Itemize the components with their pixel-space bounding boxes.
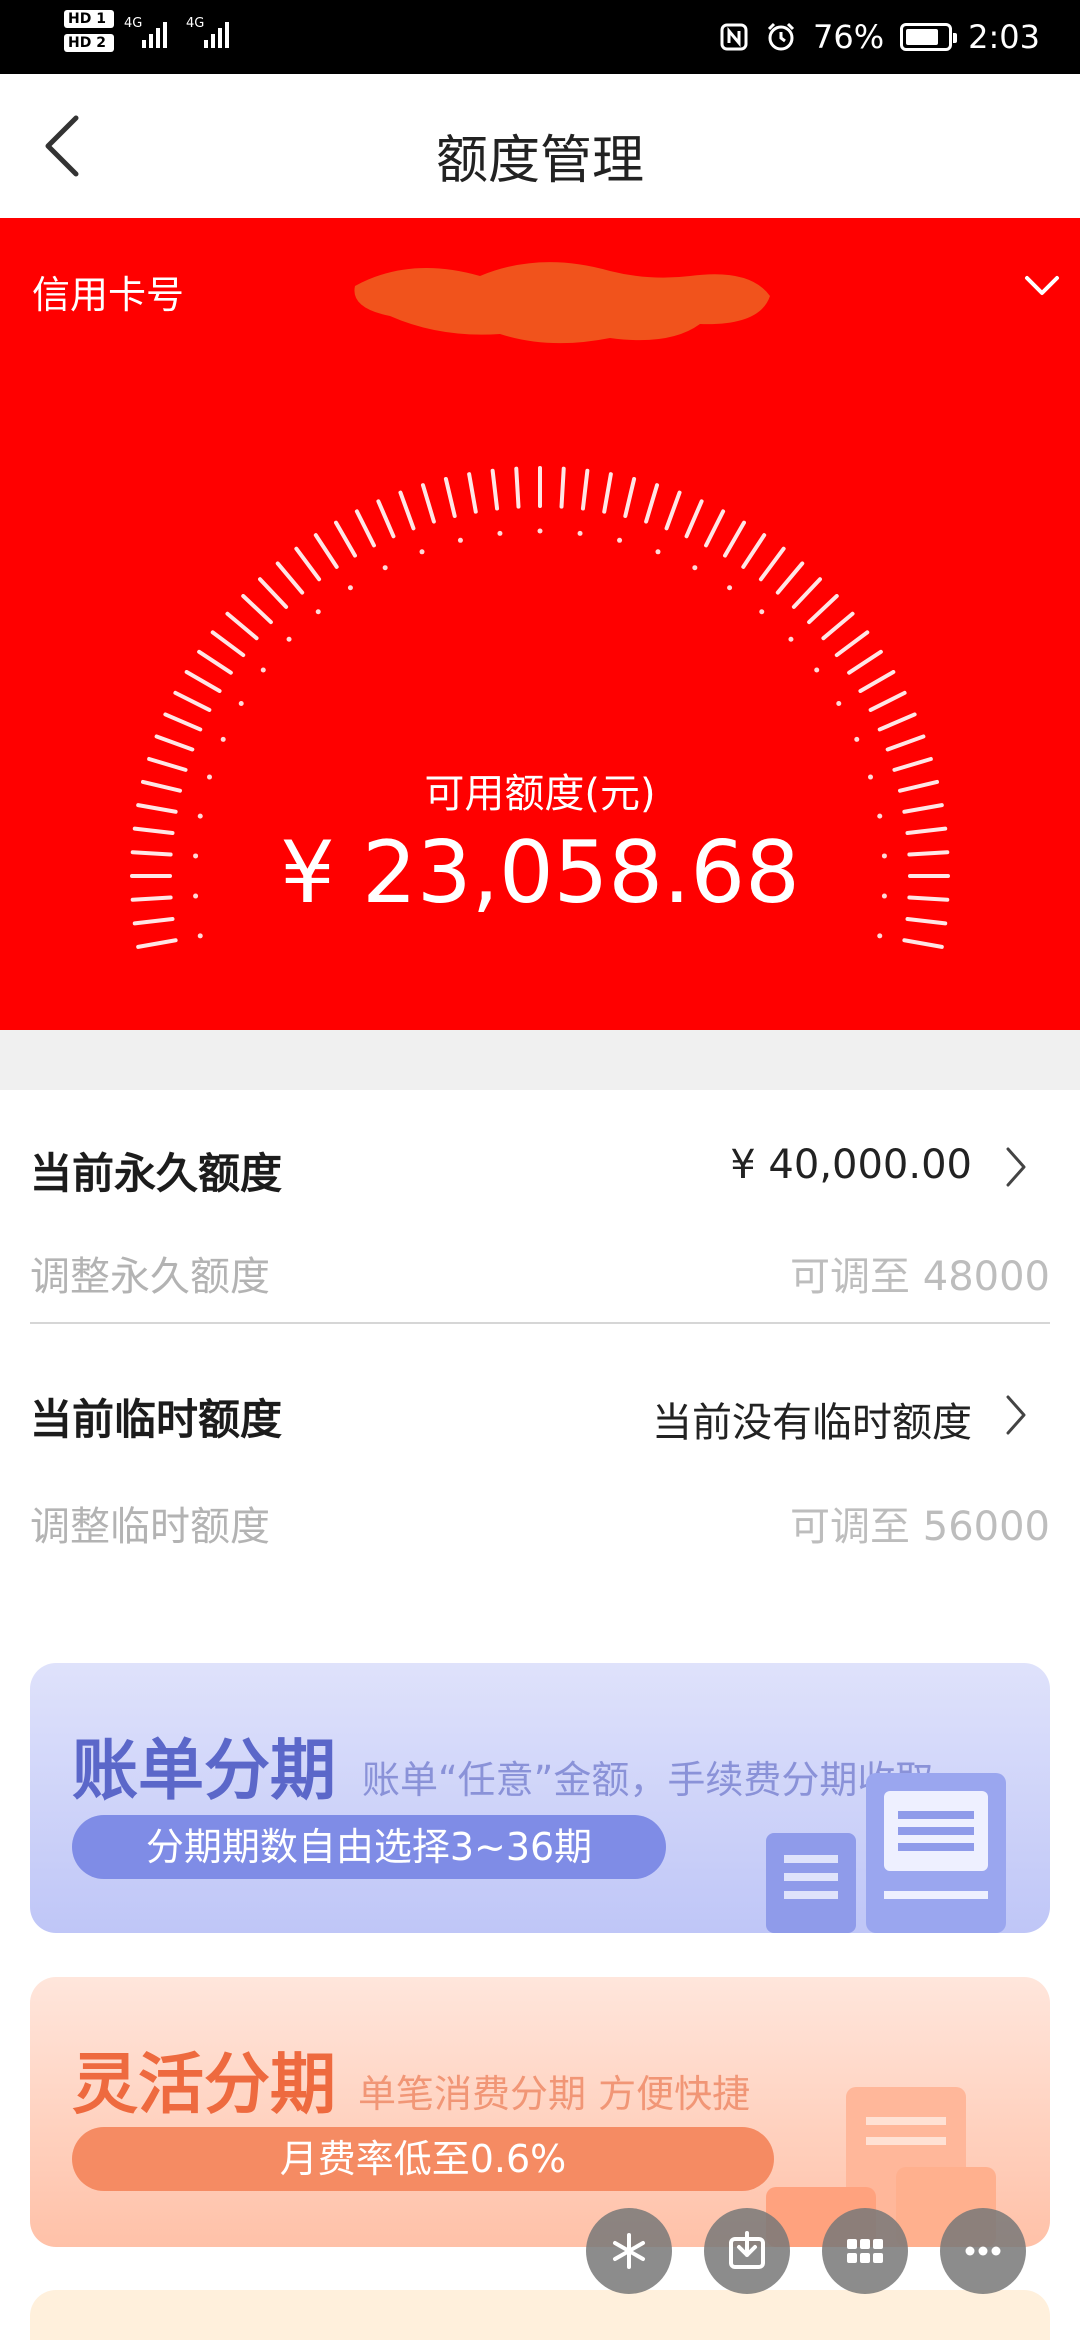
permanent-limit-value: ¥ 40,000.00: [730, 1142, 972, 1188]
signal-2-icon: [204, 18, 229, 48]
card-select-toggle[interactable]: [1018, 266, 1066, 306]
grid-icon: [847, 2239, 883, 2263]
permanent-limit-row[interactable]: 当前永久额度 ¥ 40,000.00: [30, 1120, 1050, 1210]
flexible-installment-title: 灵活分期: [72, 2046, 336, 2123]
section-separator: [0, 1030, 1080, 1090]
bill-installment-title: 账单分期: [72, 1732, 336, 1809]
promo-card-partial[interactable]: [30, 2290, 1050, 2340]
adjust-temporary-value: 可调至 56000: [790, 1504, 1050, 1550]
bill-installment-pill: 分期期数自由选择3~36期: [72, 1815, 666, 1879]
temporary-limit-value: 当前没有临时额度: [652, 1400, 972, 1446]
hd2-badge: HD 2: [64, 34, 114, 52]
permanent-limit-title: 当前永久额度: [30, 1149, 283, 1198]
sim-indicators: HD 1 HD 2: [64, 10, 114, 58]
document-illustration-icon: [766, 1773, 1006, 1933]
more-icon: [965, 2246, 1001, 2256]
network-type-2: 4G: [186, 16, 205, 31]
battery-percent: 76%: [813, 18, 885, 56]
redacted-card-number: [354, 262, 770, 344]
temporary-limit-title: 当前临时额度: [30, 1395, 283, 1444]
flexible-installment-card[interactable]: 灵活分期 单笔消费分期 方便快捷 月费率低至0.6%: [30, 1977, 1050, 2247]
bill-installment-card[interactable]: 账单分期 账单“任意”金额，手续费分期收取 分期期数自由选择3~36期: [30, 1663, 1050, 1933]
adjust-temporary-row[interactable]: 调整临时额度 可调至 56000: [30, 1482, 1050, 1552]
nfc-icon: [720, 23, 748, 51]
download-button[interactable]: [704, 2208, 790, 2294]
adjust-permanent-value: 可调至 48000: [790, 1254, 1050, 1300]
sparkle-button[interactable]: [586, 2208, 672, 2294]
hd1-badge: HD 1: [64, 10, 114, 28]
flexible-installment-pill: 月费率低至0.6%: [72, 2127, 774, 2191]
temporary-limit-row[interactable]: 当前临时额度 当前没有临时额度: [30, 1366, 1050, 1456]
permanent-limit-arrow: [996, 1142, 1036, 1192]
card-number-label: 信用卡号: [32, 273, 185, 317]
adjust-permanent-row[interactable]: 调整永久额度 可调至 48000: [30, 1232, 1050, 1302]
available-credit-amount: ¥ 23,058.68: [280, 823, 800, 923]
chevron-right-icon: [1006, 1395, 1026, 1435]
chevron-right-icon: [1006, 1147, 1026, 1187]
flexible-installment-desc: 单笔消费分期 方便快捷: [358, 2072, 751, 2116]
download-icon: [729, 2231, 765, 2269]
available-credit-label: 可用额度(元): [424, 771, 656, 817]
status-right: 76% 2:03: [719, 0, 1040, 74]
sparkle-icon: [613, 2233, 645, 2269]
nav-bar: 额度管理: [0, 74, 1080, 218]
chevron-down-icon: [1025, 276, 1059, 295]
adjust-temporary-label: 调整临时额度: [30, 1504, 270, 1550]
adjust-permanent-label: 调整永久额度: [30, 1254, 270, 1300]
status-bar: HD 1 HD 2 4G 4G 76% 2:03: [0, 0, 1080, 74]
temporary-limit-arrow: [996, 1390, 1036, 1440]
signal-1-icon: [142, 18, 167, 48]
more-button[interactable]: [940, 2208, 1026, 2294]
grid-button[interactable]: [822, 2208, 908, 2294]
credit-hero: 信用卡号 可用额度(元) ¥ 23,058.68: [0, 218, 1080, 1030]
alarm-icon: [767, 22, 795, 51]
network-type-1: 4G: [124, 16, 143, 31]
battery-icon: [900, 23, 958, 51]
page-title: 额度管理: [435, 131, 644, 191]
divider: [30, 1322, 1050, 1324]
clock: 2:03: [968, 18, 1040, 56]
